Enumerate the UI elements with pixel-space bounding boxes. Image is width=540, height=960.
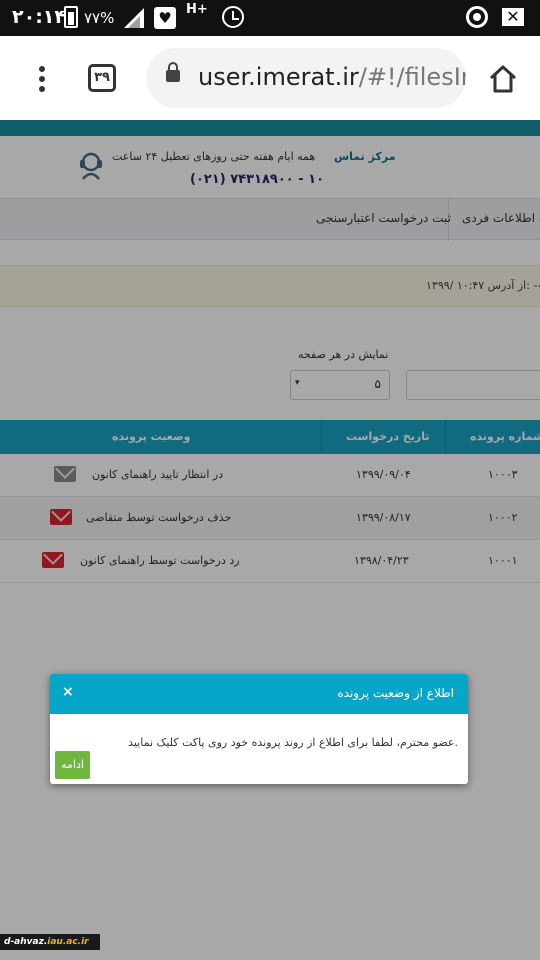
heart-icon: ♥ (154, 7, 176, 29)
menu-icon[interactable] (34, 66, 50, 94)
clock: ۲۰:۱۴ (12, 6, 66, 28)
home-icon[interactable] (488, 64, 518, 94)
modal-backdrop[interactable] (0, 120, 540, 960)
tab-switcher-button[interactable]: ۳۹ (88, 64, 116, 92)
continue-button[interactable]: ادامه (55, 751, 90, 779)
close-icon[interactable]: × (62, 684, 74, 700)
network-type: H+ (186, 2, 208, 17)
lock-icon (166, 62, 180, 82)
mail-icon: ✕ (502, 8, 524, 26)
signal-icon (124, 8, 144, 28)
watermark-text-a: d-ahvaz. (4, 937, 48, 947)
dialog-title: اطلاع از وضعیت پرونده (337, 686, 454, 700)
battery-percent: ۷۷% (84, 9, 115, 27)
url-text: user.imerat.ir/#!/filesInfo (198, 63, 466, 91)
watermark-logo: d-ahvaz.iau.ac.ir (0, 934, 100, 950)
dialog-message: عضو محترم، لطفا برای اطلاع از روند پروند… (128, 736, 458, 749)
url-host: user.imerat.ir (198, 63, 359, 91)
battery-icon (64, 6, 78, 28)
dialog-header: × اطلاع از وضعیت پرونده (50, 674, 468, 714)
status-dialog: × اطلاع از وضعیت پرونده عضو محترم، لطفا … (50, 674, 468, 784)
chrome-icon (466, 6, 488, 28)
address-bar[interactable]: user.imerat.ir/#!/filesInfo (146, 48, 466, 108)
browser-toolbar: ۳۹ user.imerat.ir/#!/filesInfo (0, 36, 540, 120)
alarm-icon (222, 6, 244, 28)
status-bar: ۲۰:۱۴ ۷۷% ♥ H+ ✕ (0, 0, 540, 36)
watermark-text-b: iau.ac.ir (47, 937, 89, 947)
url-path: /#!/filesInfo (358, 63, 466, 91)
